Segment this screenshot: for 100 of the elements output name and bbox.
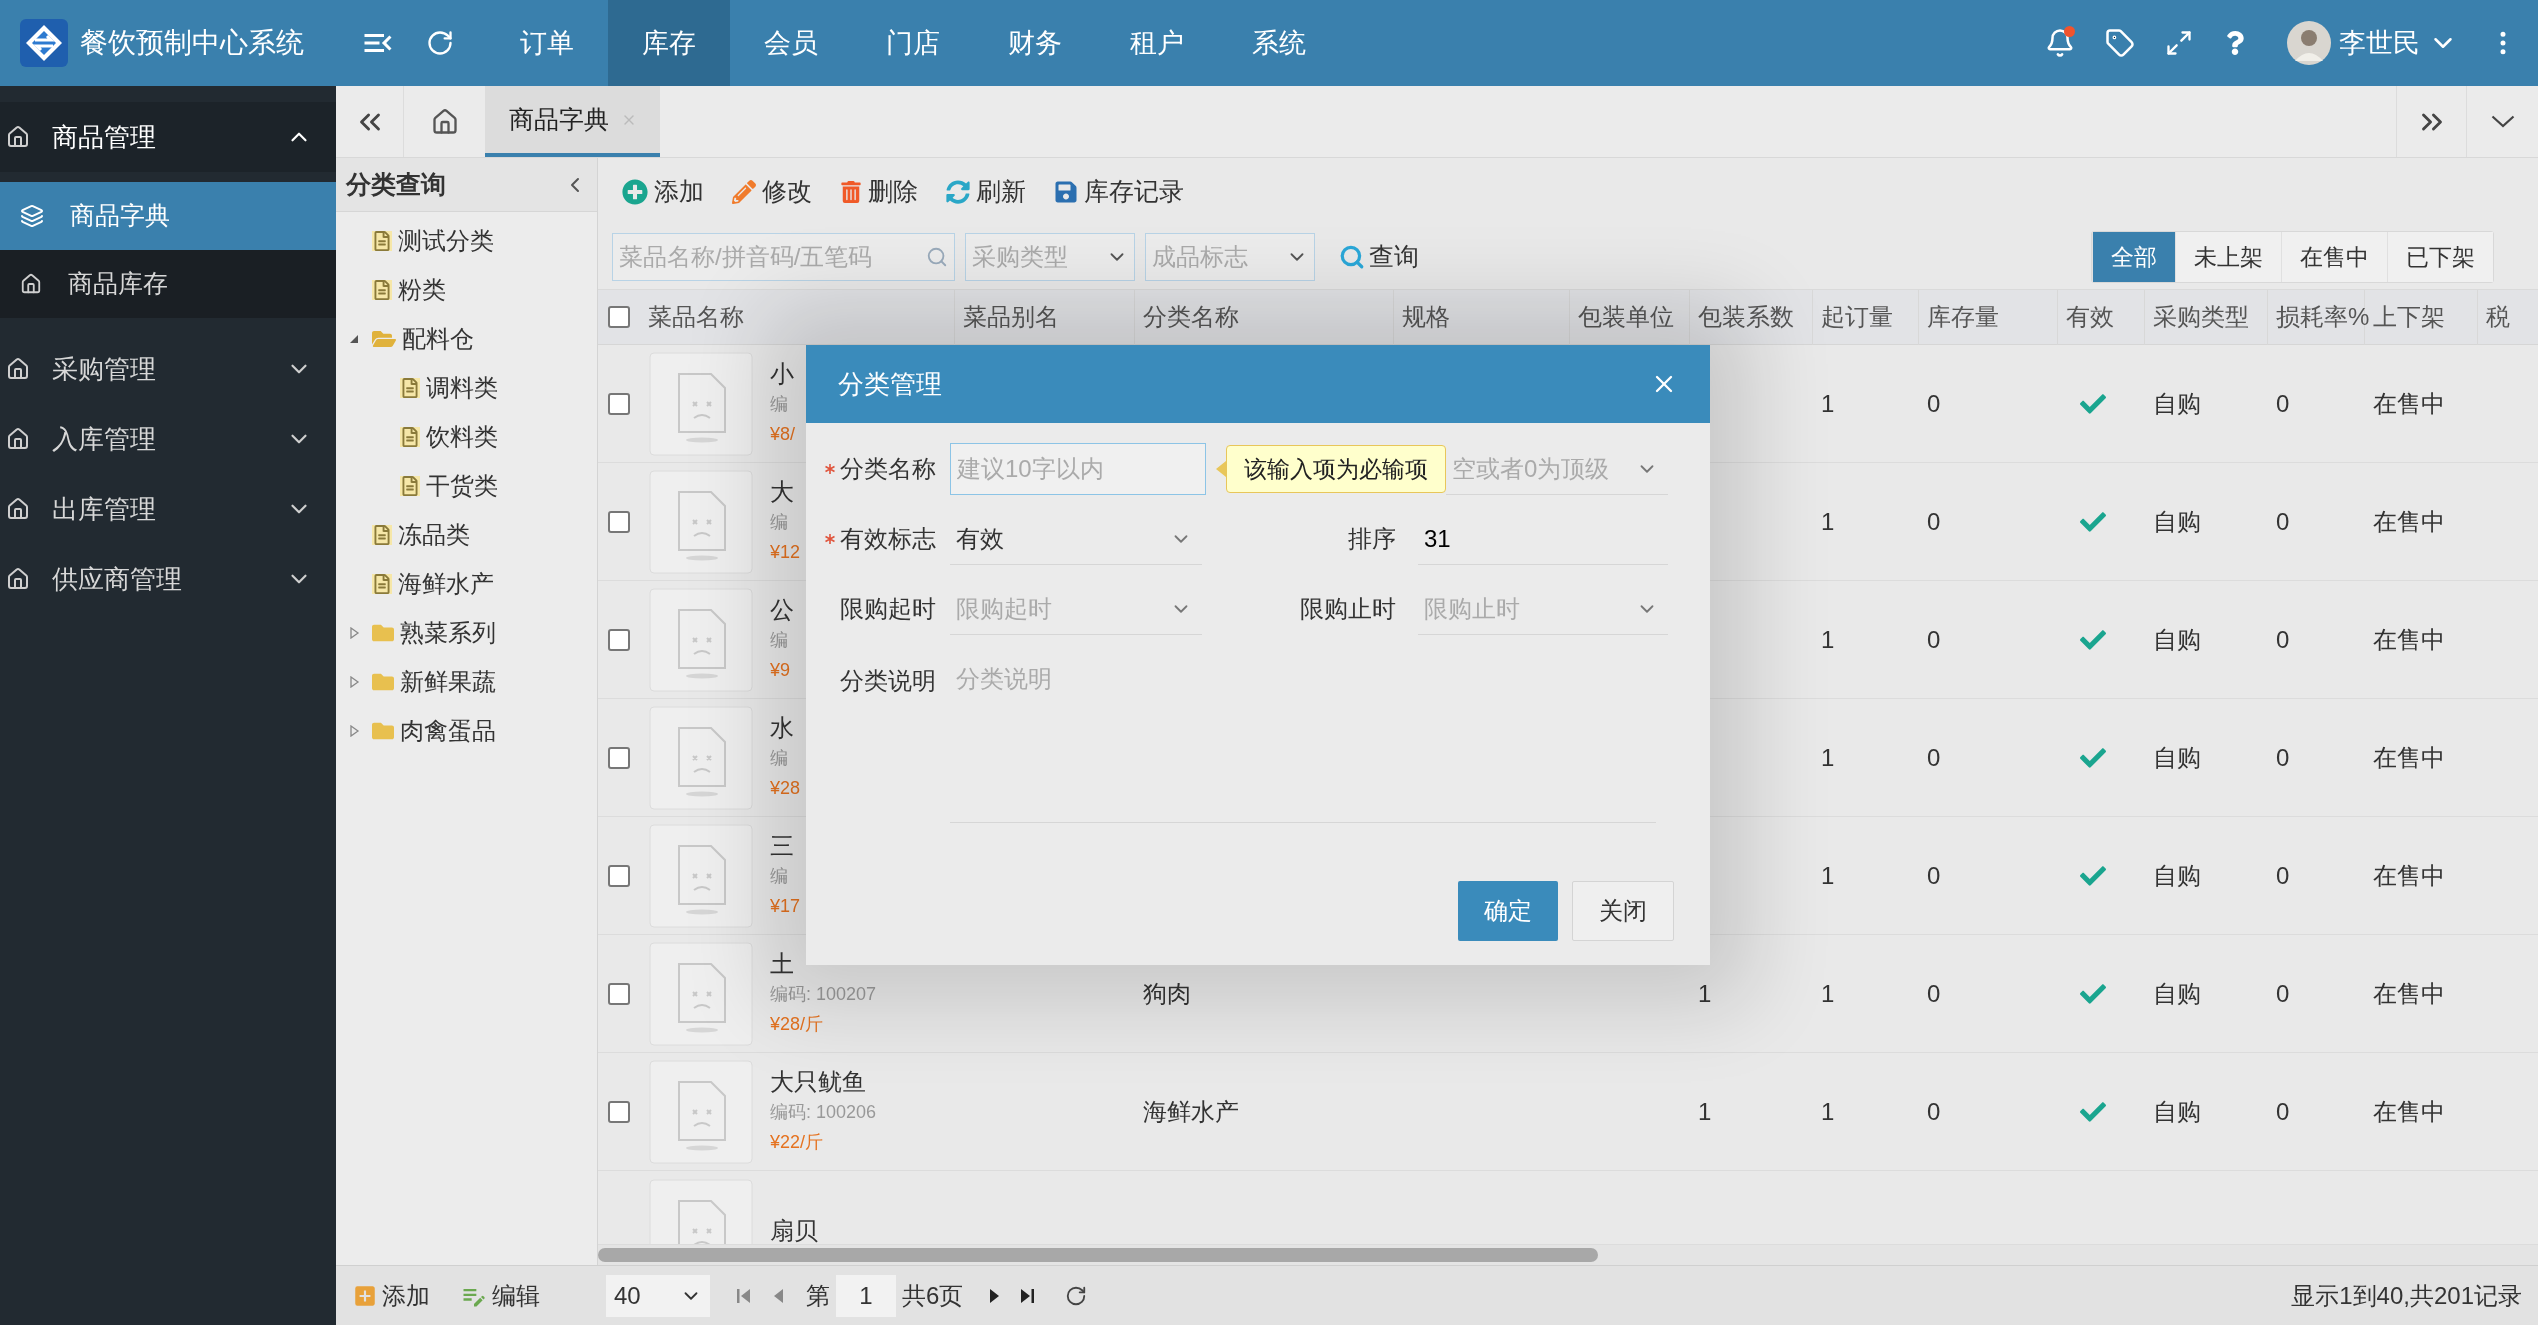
tree-label: 熟菜系列 xyxy=(400,617,496,648)
bell-icon[interactable] xyxy=(2045,28,2075,58)
field-label: 分类说明 xyxy=(840,666,936,696)
toolbar-button[interactable]: 库存记录 xyxy=(1054,172,1184,211)
valid-flag-select[interactable]: 有效 xyxy=(950,513,1202,565)
tree-item[interactable]: 肉禽蛋品 xyxy=(336,706,597,755)
nav-tab[interactable]: 会员 xyxy=(730,0,852,86)
product-price: ¥17 xyxy=(770,894,801,918)
sidebar-group[interactable]: 入库管理 xyxy=(0,404,336,474)
nav-tab[interactable]: 系统 xyxy=(1218,0,1340,86)
save-icon xyxy=(1054,179,1078,204)
reload-icon[interactable] xyxy=(1065,1284,1088,1307)
sort-input[interactable]: 31 xyxy=(1418,513,1668,565)
column-header: 损耗率% xyxy=(2276,302,2370,332)
sidebar-group[interactable]: 供应商管理 xyxy=(0,544,336,614)
loss-rate-cell-text: 0 xyxy=(2276,506,2290,537)
tree-label: 配料仓 xyxy=(402,323,474,354)
stock-cell-text: 0 xyxy=(1927,506,1941,537)
loss-rate-cell-text: 0 xyxy=(2276,742,2290,773)
column-header: 规格 xyxy=(1402,302,1450,332)
tree-item[interactable]: 冻品类 xyxy=(336,510,597,559)
shelf-status-cell-text: 在售中 xyxy=(2373,1096,2445,1127)
row-checkbox[interactable] xyxy=(608,864,630,887)
empty-image-icon xyxy=(649,705,753,810)
horizontal-scrollbar[interactable] xyxy=(598,1245,2538,1265)
nav-tab[interactable]: 财务 xyxy=(974,0,1096,86)
previous-page-icon[interactable] xyxy=(772,1286,784,1305)
tree-label: 肉禽蛋品 xyxy=(400,715,496,746)
home-icon xyxy=(6,497,30,521)
search-field[interactable]: 菜品名称/拼音码/五笔码 xyxy=(612,233,955,281)
sidebar-group[interactable]: 采购管理 xyxy=(0,334,336,404)
sidebar-group[interactable]: 出库管理 xyxy=(0,474,336,544)
last-page-icon[interactable] xyxy=(1019,1286,1036,1305)
tree-item[interactable]: 粉类 xyxy=(336,265,597,314)
nav-tab[interactable]: 库存 xyxy=(608,0,730,86)
row-checkbox[interactable] xyxy=(608,746,630,769)
nav-tab[interactable]: 租户 xyxy=(1096,0,1218,86)
min-order-cell-text: 1 xyxy=(1821,978,1835,1009)
toolbar-button[interactable]: 添加 xyxy=(622,172,704,211)
page-input[interactable]: 1 xyxy=(836,1274,896,1317)
tag-icon[interactable] xyxy=(2105,28,2135,58)
tree-item[interactable]: 测试分类 xyxy=(336,216,597,265)
sidebar-item[interactable]: 商品库存 xyxy=(0,250,336,318)
refresh-icon[interactable] xyxy=(426,29,454,57)
close-button[interactable]: 关闭 xyxy=(1572,881,1674,941)
product-code: 编 xyxy=(770,864,789,888)
status-tab[interactable]: 在售中 xyxy=(2281,232,2387,282)
shelf-status-cell-text: 在售中 xyxy=(2373,624,2445,655)
app-title: 餐饮预制中心系统 xyxy=(80,26,304,60)
tree-item[interactable]: 调料类 xyxy=(336,363,597,412)
tree-item[interactable]: 熟菜系列 xyxy=(336,608,597,657)
purchase-type-cell-text: 自购 xyxy=(2153,388,2201,419)
tree-item[interactable]: 海鲜水产 xyxy=(336,559,597,608)
footer-button[interactable]: 添加 xyxy=(352,1277,430,1314)
sidebar-group[interactable]: 商品管理 xyxy=(0,102,336,172)
first-page-icon[interactable] xyxy=(736,1286,752,1305)
sidebar-item[interactable]: 商品字典 xyxy=(0,182,336,250)
user-name[interactable]: 李世民 xyxy=(2339,22,2420,64)
record-summary: 显示1到40,共201记录 xyxy=(2291,1280,2523,1311)
file-icon xyxy=(372,279,392,300)
tree-item[interactable]: 干货类 xyxy=(336,461,597,510)
query-button[interactable]: 查询 xyxy=(1339,238,1419,276)
home-icon xyxy=(20,273,42,295)
field-label: 有效标志 xyxy=(840,524,936,554)
product-code: 编码: 100207 xyxy=(770,982,877,1006)
stock-cell-text: 0 xyxy=(1927,860,1941,891)
category-name-input[interactable]: 建议10字以内 xyxy=(950,443,1206,495)
shelf-status-cell-text: 在售中 xyxy=(2373,978,2445,1009)
loss-rate-cell-text: 0 xyxy=(2276,1096,2290,1127)
toolbar-button[interactable]: 刷新 xyxy=(946,172,1026,211)
fullscreen-icon[interactable] xyxy=(2165,29,2193,57)
tree-item[interactable]: 新鲜果蔬 xyxy=(336,657,597,706)
nav-tab[interactable]: 门店 xyxy=(852,0,974,86)
toolbar-button[interactable]: 删除 xyxy=(840,172,918,211)
nav-tab[interactable]: 订单 xyxy=(486,0,608,86)
footer-button[interactable]: 编辑 xyxy=(460,1277,540,1314)
row-checkbox[interactable] xyxy=(608,628,630,651)
category-cell-text: 狗肉 xyxy=(1143,978,1191,1009)
select-all-checkbox[interactable] xyxy=(608,306,630,328)
status-tab[interactable]: 已下架 xyxy=(2387,232,2493,282)
empty-image-icon xyxy=(649,823,753,928)
page-size-select[interactable]: 40 xyxy=(606,1274,710,1317)
file-icon xyxy=(372,524,392,545)
status-tab[interactable]: 全部 xyxy=(2092,232,2175,282)
status-tab[interactable]: 未上架 xyxy=(2175,232,2281,282)
tree-item[interactable]: 配料仓 xyxy=(336,314,597,363)
row-checkbox[interactable] xyxy=(608,510,630,533)
column-header: 库存量 xyxy=(1927,302,1999,332)
page-tab[interactable]: 商品字典 xyxy=(485,86,660,157)
tree-item[interactable]: 饮料类 xyxy=(336,412,597,461)
home-icon xyxy=(6,125,30,149)
row-checkbox[interactable] xyxy=(608,392,630,415)
stock-cell-text: 0 xyxy=(1927,388,1941,419)
row-checkbox[interactable] xyxy=(608,1100,630,1123)
description-textarea[interactable]: 分类说明 xyxy=(950,653,1656,823)
toolbar-button[interactable]: 修改 xyxy=(732,172,812,211)
column-header: 起订量 xyxy=(1821,302,1893,332)
confirm-button[interactable]: 确定 xyxy=(1458,881,1558,941)
row-checkbox[interactable] xyxy=(608,982,630,1005)
file-icon xyxy=(400,426,420,447)
